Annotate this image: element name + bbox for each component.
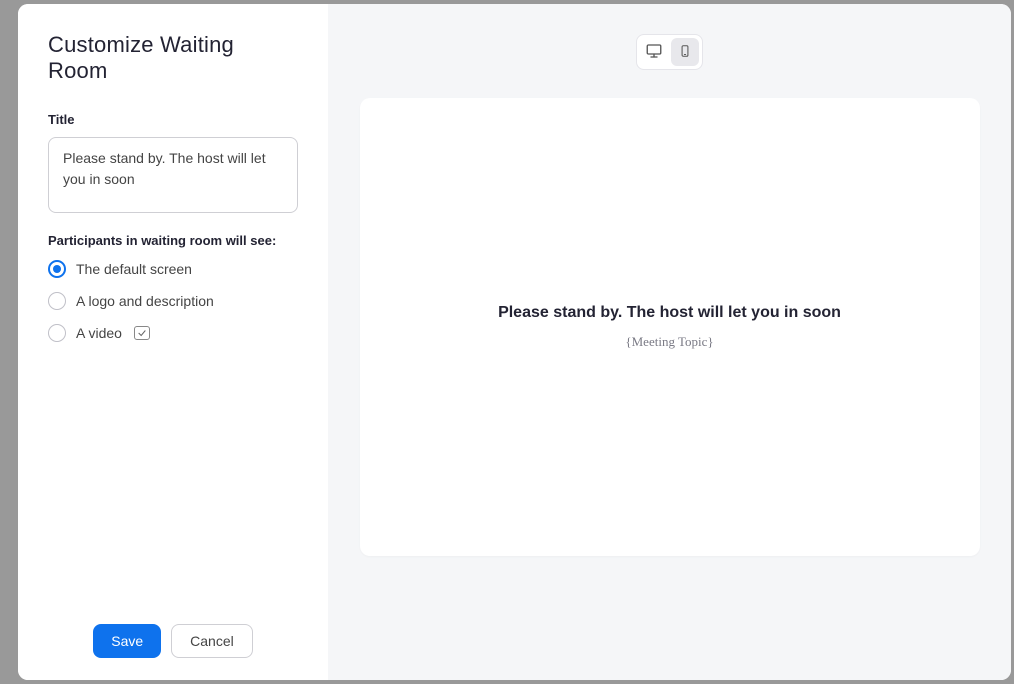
device-toggle [636, 34, 703, 70]
desktop-preview-button[interactable] [640, 38, 668, 66]
desktop-icon [645, 42, 663, 63]
preview-meeting-topic: {Meeting Topic} [625, 334, 713, 350]
radio-label-logo-description: A logo and description [76, 293, 214, 309]
title-input[interactable] [48, 137, 298, 213]
cancel-button[interactable]: Cancel [171, 624, 253, 658]
radio-video[interactable] [48, 324, 66, 342]
screen-type-radio-group: The default screen A logo and descriptio… [48, 260, 298, 342]
save-button[interactable]: Save [93, 624, 161, 658]
title-field-label: Title [48, 112, 298, 127]
mobile-icon [678, 42, 692, 63]
modal-title: Customize Waiting Room [48, 32, 298, 84]
participants-see-label: Participants in waiting room will see: [48, 233, 298, 248]
mobile-preview-button[interactable] [671, 38, 699, 66]
option-video[interactable]: A video [48, 324, 298, 342]
preview-panel: Please stand by. The host will let you i… [328, 4, 1011, 680]
option-logo-description[interactable]: A logo and description [48, 292, 298, 310]
option-default-screen[interactable]: The default screen [48, 260, 298, 278]
radio-label-default-screen: The default screen [76, 261, 192, 277]
video-badge-icon [134, 326, 150, 340]
customize-waiting-room-modal: Customize Waiting Room Title Participant… [18, 4, 1011, 680]
radio-logo-description[interactable] [48, 292, 66, 310]
action-buttons: Save Cancel [48, 624, 298, 658]
radio-default-screen[interactable] [48, 260, 66, 278]
settings-panel: Customize Waiting Room Title Participant… [18, 4, 328, 680]
radio-label-video: A video [76, 325, 122, 341]
waiting-room-preview: Please stand by. The host will let you i… [360, 98, 980, 556]
preview-title-text: Please stand by. The host will let you i… [498, 304, 841, 322]
